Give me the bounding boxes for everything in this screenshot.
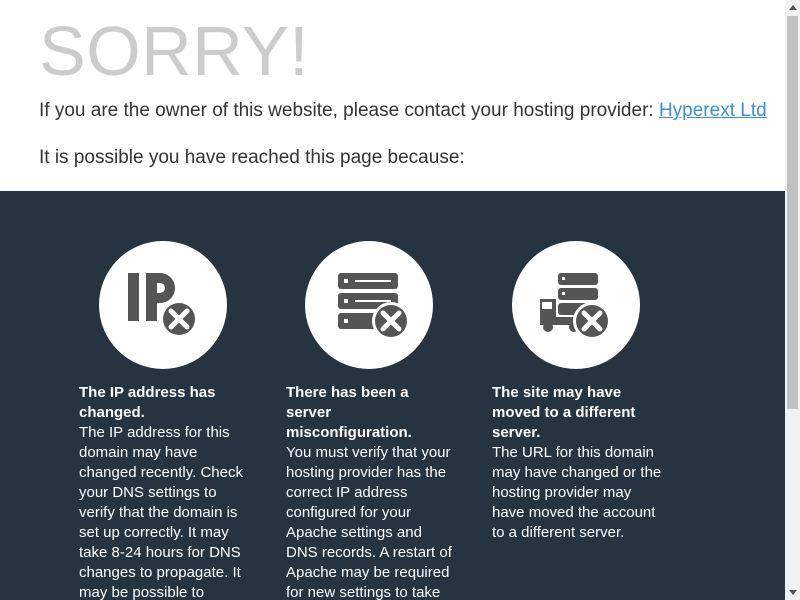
hosting-provider-link[interactable]: Hyperext Ltd bbox=[659, 100, 767, 121]
scroll-down-arrow-icon[interactable] bbox=[785, 585, 800, 600]
reason-title: The site may have moved to a different s… bbox=[492, 384, 636, 441]
owner-message-text: If you are the owner of this website, pl… bbox=[39, 100, 659, 121]
reason-site-moved: The site may have moved to a different s… bbox=[492, 383, 662, 543]
reason-title: The IP address has changed. bbox=[79, 384, 216, 421]
scroll-up-arrow-icon[interactable] bbox=[785, 0, 800, 15]
vertical-scrollbar[interactable] bbox=[785, 0, 800, 600]
reason-misconfiguration: There has been a server misconfiguration… bbox=[286, 383, 456, 600]
reasons-section: The IP address has changed. The IP addre… bbox=[0, 191, 785, 600]
reason-body: You must verify that your hosting provid… bbox=[286, 444, 452, 600]
page-viewport: SORRY! If you are the owner of this webs… bbox=[0, 0, 785, 600]
server-moved-icon bbox=[512, 241, 640, 369]
server-error-icon bbox=[305, 241, 433, 369]
reason-body: The URL for this domain may have changed… bbox=[492, 444, 662, 541]
reason-body: The IP address for this domain may have … bbox=[79, 424, 243, 600]
reason-ip-changed: The IP address has changed. The IP addre… bbox=[79, 383, 249, 600]
reason-intro: It is possible you have reached this pag… bbox=[39, 147, 465, 168]
ip-error-icon bbox=[99, 241, 227, 369]
page-title: SORRY! bbox=[39, 12, 310, 90]
owner-message: If you are the owner of this website, pl… bbox=[39, 100, 767, 122]
scrollbar-thumb[interactable] bbox=[787, 16, 798, 409]
reason-title: There has been a server misconfiguration… bbox=[286, 384, 412, 441]
